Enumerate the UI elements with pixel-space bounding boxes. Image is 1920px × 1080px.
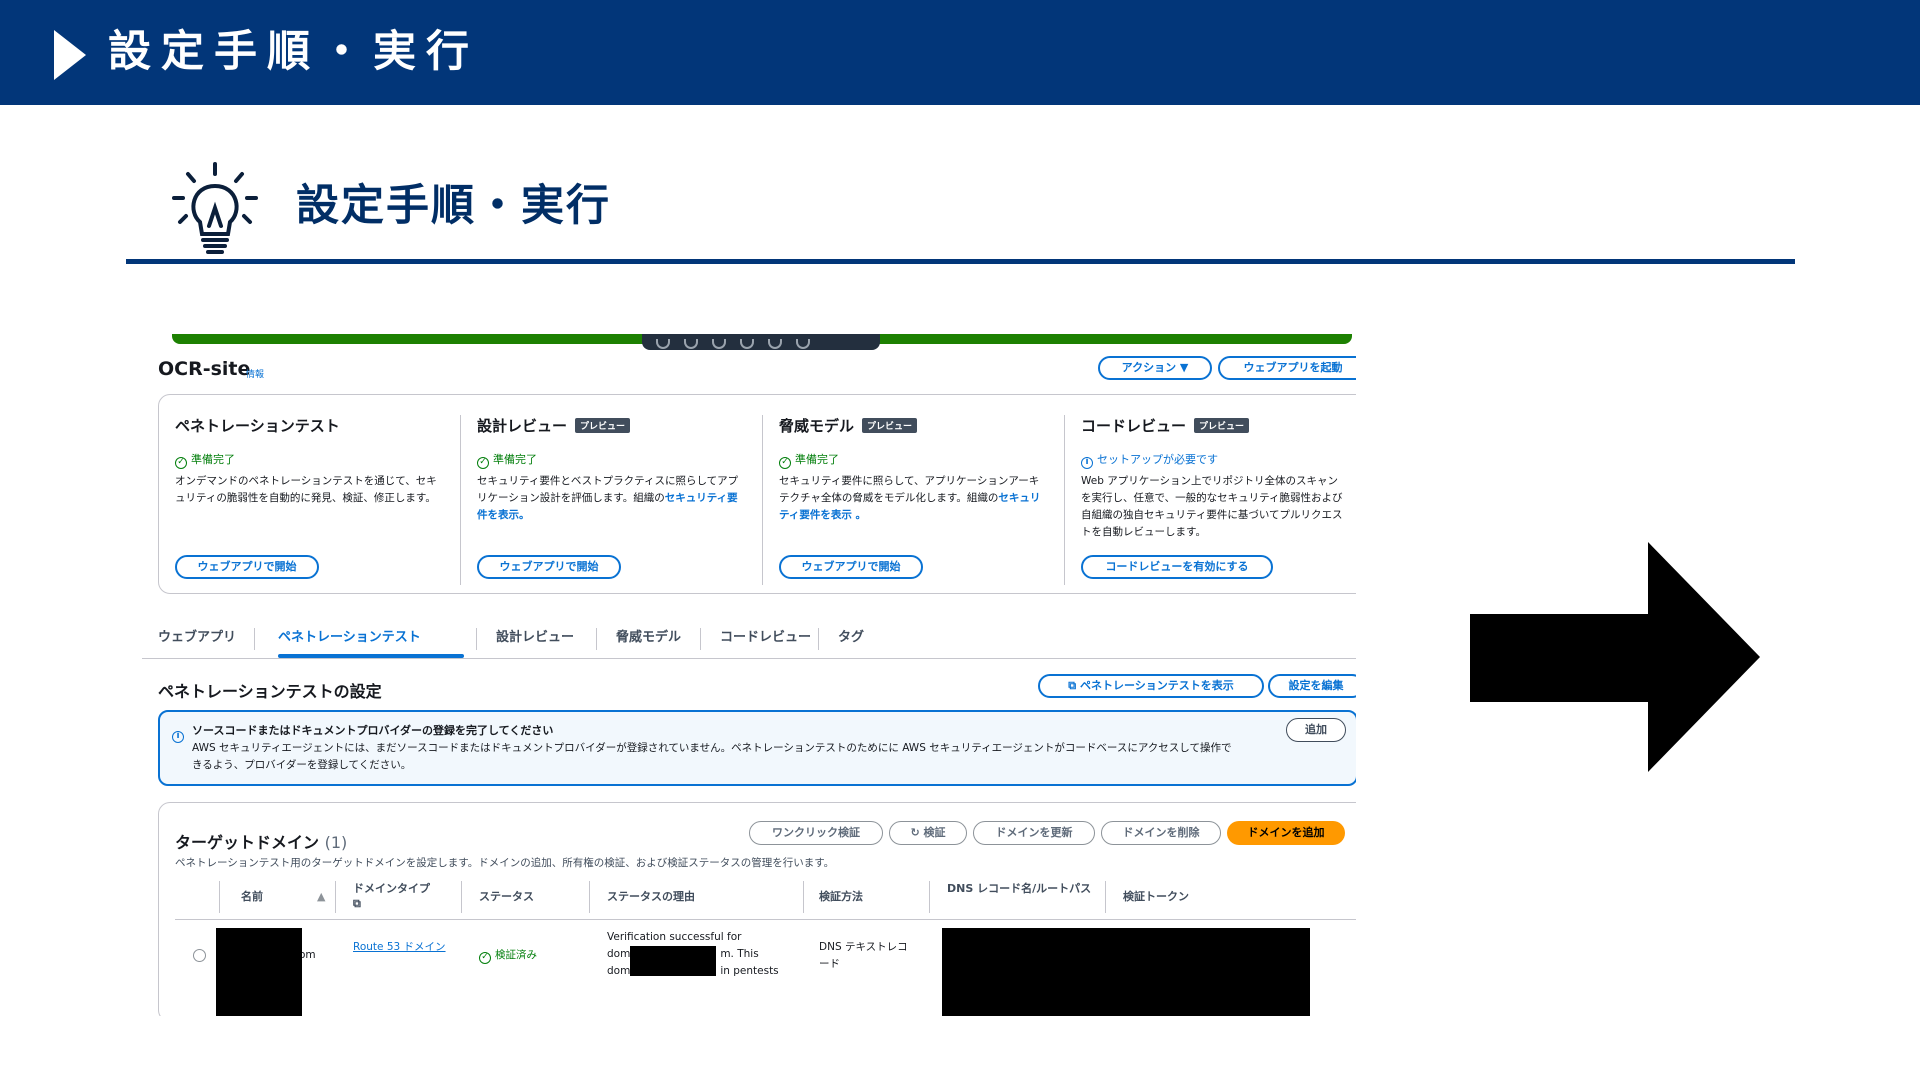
info-link[interactable]: 情報 [246, 367, 264, 380]
tab-divider [700, 628, 701, 650]
launch-webapp-button[interactable]: ウェブアプリを起動 [1218, 356, 1356, 380]
column-header-domain-type: ドメインタイプ ⧉ [353, 882, 430, 910]
tab-threat-model[interactable]: 脅威モデル [616, 626, 681, 645]
column-header-name[interactable]: 名前 ▲ [241, 889, 325, 904]
threat-model-start-button[interactable]: ウェブアプリで開始 [779, 555, 923, 579]
play-triangle-icon [54, 30, 86, 80]
card-threat-model: 脅威モデル プレビュー ✓ 準備完了 セキュリティ要件に照らして、アプリケーションア… [763, 395, 1063, 593]
card-design-review: 設計レビュー プレビュー ✓ 準備完了 セキュリティ要件とベストプラクティスに照らし… [461, 395, 761, 593]
tab-divider [476, 628, 477, 650]
sort-ascending-icon: ▲ [317, 890, 326, 903]
column-header-verification-token: 検証トークン [1123, 890, 1189, 903]
tab-underline [142, 658, 1356, 659]
check-circle-icon: ✓ [779, 457, 791, 469]
heading-rule [126, 259, 1795, 264]
card-status: i セットアップが必要です [1081, 451, 1218, 469]
add-domain-button[interactable]: ドメインを追加 [1227, 821, 1345, 845]
column-divider [219, 881, 220, 913]
target-domains-title: ターゲットドメイン (1) [175, 833, 348, 852]
design-review-start-button[interactable]: ウェブアプリで開始 [477, 555, 621, 579]
card-title: 設計レビュー プレビュー [477, 415, 631, 436]
card-pentest: ペネトレーションテスト ✓ 準備完了 オンデマンドのペネトレーションテストを通じて… [159, 395, 459, 593]
pentest-start-button[interactable]: ウェブアプリで開始 [175, 555, 319, 579]
card-title: ペネトレーションテスト [175, 417, 340, 435]
column-divider [461, 881, 462, 913]
tab-tags[interactable]: タグ [838, 626, 864, 645]
check-circle-icon: ✓ [175, 457, 187, 469]
domain-type-link[interactable]: Route 53 ドメイン [353, 939, 449, 956]
light-bulb-icon [172, 162, 258, 254]
preview-badge: プレビュー [862, 418, 918, 433]
table-header-line [175, 919, 1356, 920]
edit-settings-button[interactable]: 設定を編集 [1268, 674, 1356, 698]
info-circle-icon: i [1081, 457, 1093, 469]
tab-pentest[interactable]: ペネトレーションテスト [278, 626, 421, 645]
column-header-verification-method: 検証方法 [819, 890, 863, 903]
card-title: 脅威モデル プレビュー [779, 415, 918, 436]
tab-divider [596, 628, 597, 650]
column-divider [335, 881, 336, 913]
check-circle-icon: ✓ [477, 457, 489, 469]
tab-webapp[interactable]: ウェブアプリ [158, 626, 236, 645]
redaction-box [942, 928, 1310, 1016]
external-link-icon: ⧉ [353, 897, 361, 910]
column-header-status-reason: ステータスの理由 [607, 890, 695, 903]
card-description: オンデマンドのペネトレーションテストを通じて、セキュリティの脆弱性を自動的に発見… [175, 475, 437, 504]
tab-divider [254, 628, 255, 650]
section-heading: 設定手順・実行 [296, 181, 611, 231]
console-screenshot: OCR-site 情報 アクション ▼ ウェブアプリを起動 ペネトレーションテス… [142, 334, 1356, 1016]
update-domain-button[interactable]: ドメインを更新 [973, 821, 1095, 845]
check-circle-icon: ✓ [479, 952, 491, 964]
banner-title: 設定手順・実行 [108, 27, 479, 77]
card-status: ✓ 準備完了 [175, 451, 235, 469]
tab-code-review[interactable]: コードレビュー [720, 626, 811, 645]
column-divider [803, 881, 804, 913]
target-domains-subtitle: ペネトレーションテスト用のターゲットドメインを設定します。ドメインの追加、所有権… [175, 857, 835, 869]
column-divider [1105, 881, 1106, 913]
tab-design-review[interactable]: 設計レビュー [496, 626, 574, 645]
site-title: OCR-site [158, 358, 251, 380]
pentest-settings-title: ペネトレーションテストの設定 [158, 682, 382, 701]
info-circle-icon: i [172, 731, 184, 743]
card-description: セキュリティ要件とベストプラクティスに照らしてアプリケーション設計を評価します。… [477, 475, 739, 521]
card-status: ✓ 準備完了 [779, 451, 839, 469]
column-divider [929, 881, 930, 913]
verify-button[interactable]: ↻ 検証 [889, 821, 967, 845]
top-banner: 設定手順・実行 [0, 0, 1920, 105]
preview-badge: プレビュー [575, 418, 631, 433]
card-title: コードレビュー プレビュー [1081, 415, 1250, 436]
alert-title: ソースコードまたはドキュメントプロバイダーの登録を完了してください [192, 724, 554, 737]
one-click-verify-button[interactable]: ワンクリック検証 [749, 821, 883, 845]
actions-button[interactable]: アクション ▼ [1098, 356, 1212, 380]
redaction-box [630, 946, 716, 976]
refresh-icon: ↻ [910, 826, 924, 839]
delete-domain-button[interactable]: ドメインを削除 [1101, 821, 1221, 845]
column-divider [589, 881, 590, 913]
verification-method: DNS テキストレコード [819, 941, 908, 970]
capability-cards-panel: ペネトレーションテスト ✓ 準備完了 オンデマンドのペネトレーションテストを通じて… [158, 394, 1356, 594]
card-description: セキュリティ要件に照らして、アプリケーションアーキテクチャ全体の脅威をモデル化し… [779, 475, 1041, 521]
tab-divider [818, 628, 819, 650]
card-description: Web アプリケーション上でリポジトリ全体のスキャンを実行し、任意で、一般的なセ… [1081, 475, 1343, 538]
domain-status: ✓ 検証済み [479, 947, 537, 964]
provider-alert: i ソースコードまたはドキュメントプロバイダーの登録を完了してください AWS … [158, 710, 1356, 786]
column-header-status: ステータス [479, 890, 534, 903]
card-status: ✓ 準備完了 [477, 451, 537, 469]
alert-add-button[interactable]: 追加 [1286, 718, 1346, 742]
preview-badge: プレビュー [1194, 418, 1250, 433]
alert-body: AWS セキュリティエージェントには、まだソースコードまたはドキュメントプロバイ… [192, 742, 1232, 771]
redaction-box [216, 928, 302, 1016]
enable-code-review-button[interactable]: コードレビューを有効にする [1081, 555, 1273, 579]
right-arrow-icon [1470, 542, 1760, 772]
external-link-icon: ⧉ [1068, 679, 1080, 692]
view-pentest-button[interactable]: ⧉ ペネトレーションテストを表示 [1038, 674, 1264, 698]
card-code-review: コードレビュー プレビュー i セットアップが必要です Web アプリケーション上で… [1065, 395, 1356, 593]
column-header-dns-record: DNS レコード名/ルートパス [947, 882, 1092, 895]
floating-toolbar [642, 334, 880, 350]
row-select-radio[interactable] [193, 949, 206, 962]
